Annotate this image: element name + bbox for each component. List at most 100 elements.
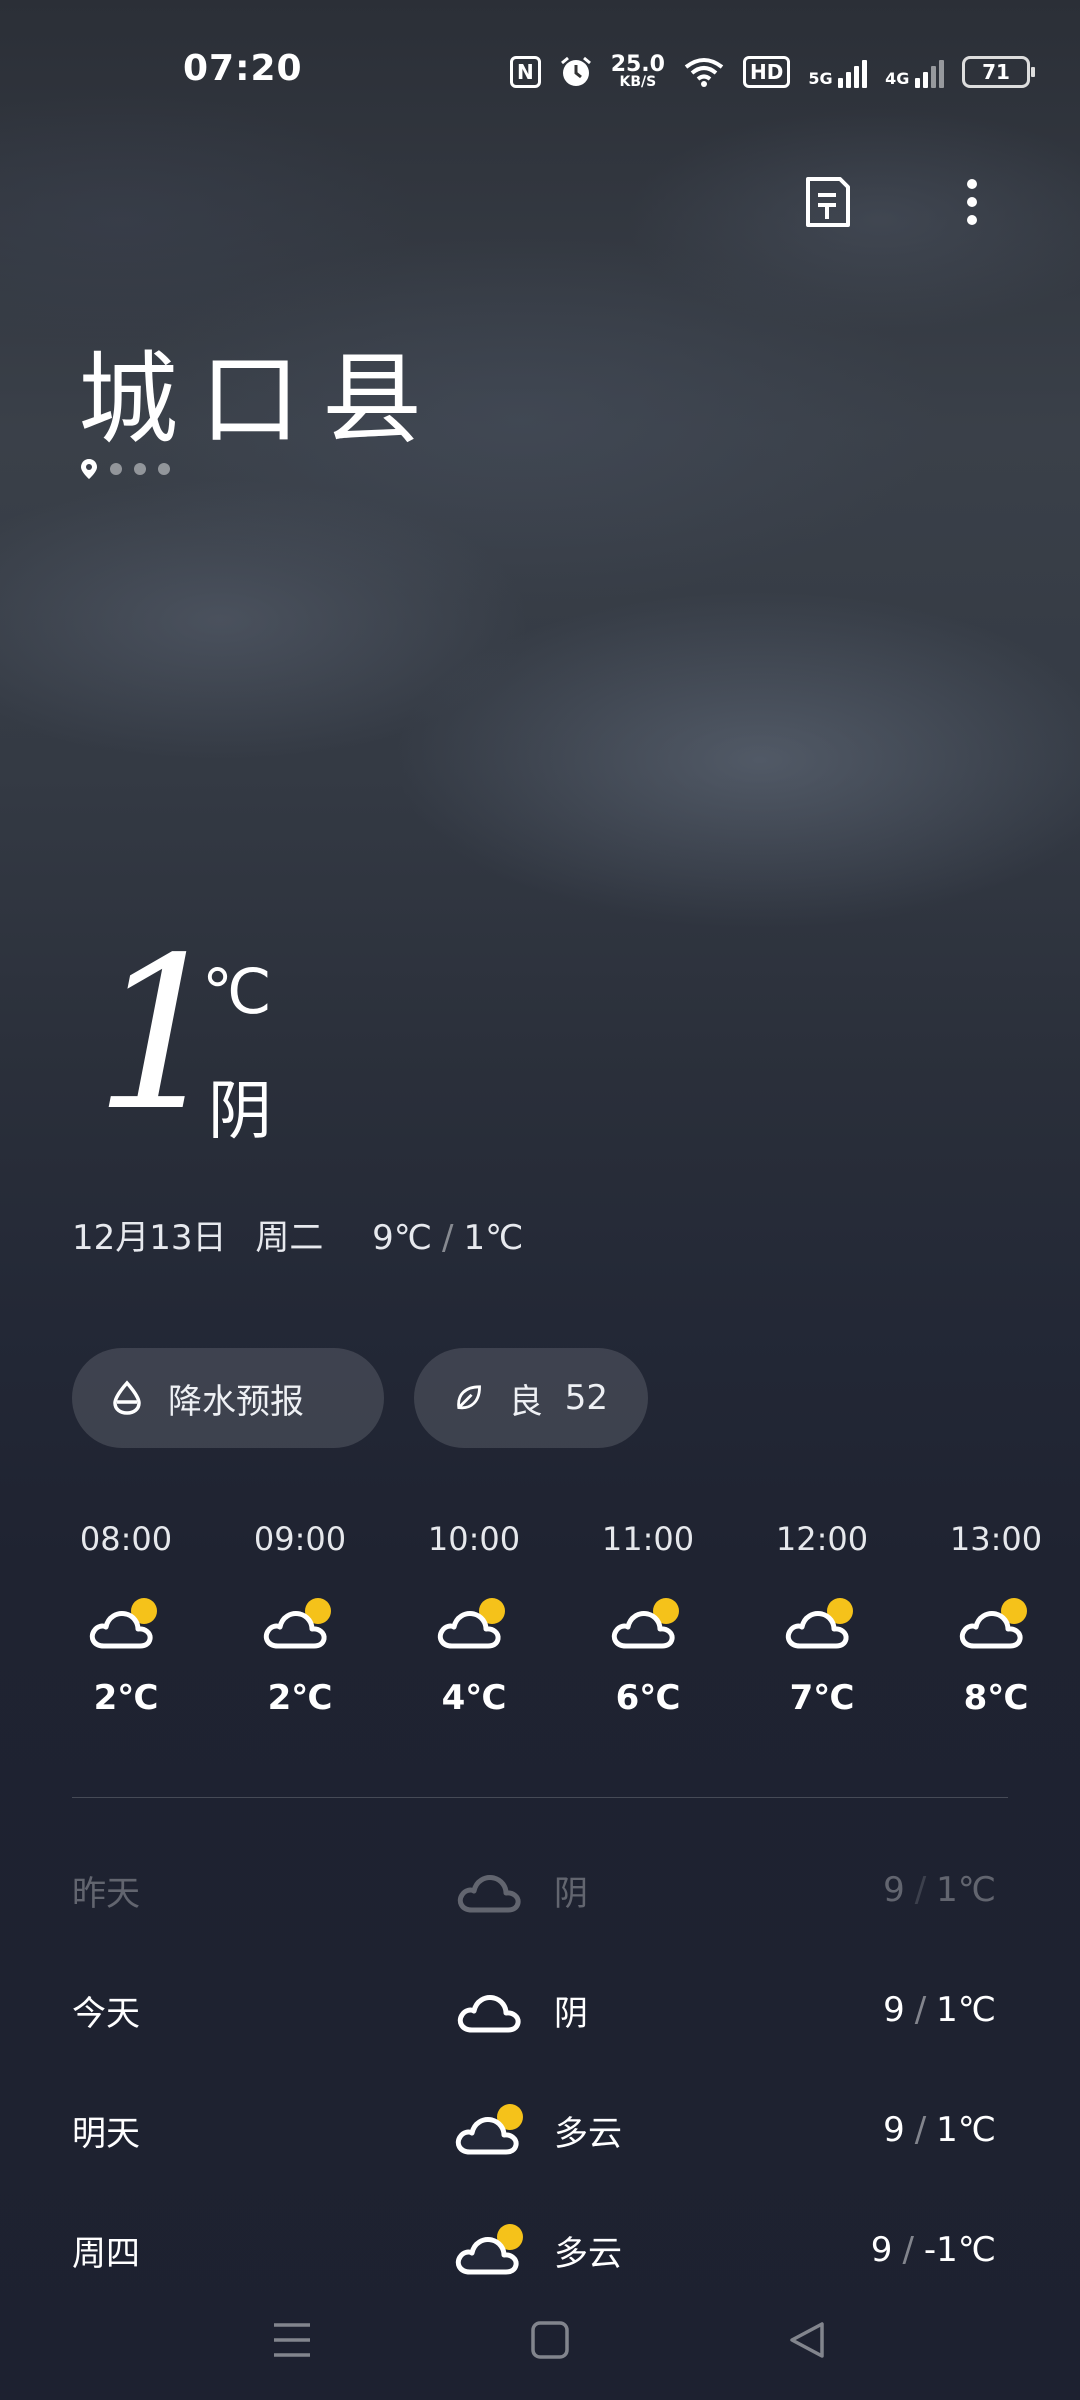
day-high: 9	[883, 2110, 905, 2150]
hourly-item: 09:00 2℃	[230, 1520, 370, 1718]
signal-4g: 4G	[885, 56, 944, 88]
city-name: 城口县	[78, 341, 444, 458]
temperature-unit: ℃	[202, 955, 272, 1028]
aqi-value: 52	[564, 1378, 608, 1418]
divider	[72, 1797, 1008, 1798]
status-icons: N 25.0 KB/S HD 5G 4G 71	[509, 50, 1035, 94]
hour-time: 11:00	[601, 1520, 695, 1558]
more-options-button[interactable]	[940, 170, 1004, 234]
day-icon-wrap	[452, 2100, 532, 2160]
hourly-item: 10:00 4℃	[404, 1520, 544, 1718]
page-dot	[158, 463, 170, 475]
day-low: 1℃	[936, 1870, 996, 1910]
signal-bars-icon	[838, 58, 868, 88]
menu-icon	[274, 2323, 310, 2357]
separator: /	[441, 1218, 454, 1258]
hour-temp: 7℃	[789, 1678, 855, 1718]
today-low: 1℃	[463, 1218, 524, 1258]
daily-row[interactable]: 明天 多云 9/1℃	[72, 2100, 1008, 2160]
separator: /	[914, 1990, 927, 2030]
hourly-item: 08:00 2℃	[56, 1520, 196, 1718]
air-quality-button[interactable]: 良 52	[414, 1348, 648, 1448]
partly-cloudy-icon	[437, 1598, 505, 1649]
signal-bars-icon	[915, 58, 944, 88]
page-dot	[134, 463, 146, 475]
raindrop-icon	[113, 1380, 141, 1415]
back-triangle-icon	[790, 2322, 824, 2358]
partly-cloudy-icon	[785, 1598, 853, 1649]
current-date: 12月13日	[72, 1218, 227, 1258]
hour-temp: 2℃	[267, 1678, 333, 1718]
day-temp-range: 9/-1℃	[871, 2230, 996, 2270]
day-name: 明天	[72, 2113, 140, 2154]
day-name: 昨天	[72, 1873, 140, 1914]
separator: /	[914, 2110, 927, 2150]
date-line: 12月13日 周二 9℃/1℃	[72, 1210, 523, 1259]
partly-cloudy-icon	[611, 1598, 679, 1649]
hd-icon: HD	[742, 56, 791, 88]
day-condition: 多云	[554, 2113, 622, 2154]
day-low: 1℃	[936, 2110, 996, 2150]
document-icon	[806, 177, 850, 227]
day-condition: 多云	[554, 2233, 622, 2274]
hour-temp: 2℃	[93, 1678, 159, 1718]
cloud-icon	[457, 1995, 521, 2033]
more-vertical-icon	[967, 179, 977, 225]
day-low: 1℃	[936, 1990, 996, 2030]
hour-icon-wrap	[782, 1594, 862, 1654]
day-condition: 阴	[554, 1993, 588, 2034]
wifi-icon	[684, 58, 724, 87]
today-high: 9℃	[372, 1218, 432, 1258]
hour-icon-wrap	[608, 1594, 688, 1654]
back-button[interactable]	[778, 2310, 838, 2370]
battery-icon: 71	[962, 56, 1035, 88]
location-pin-icon	[81, 459, 97, 479]
hour-icon-wrap	[956, 1594, 1036, 1654]
day-low: -1℃	[923, 2230, 996, 2270]
status-time: 07:20	[183, 48, 303, 89]
hour-icon-wrap	[260, 1594, 340, 1654]
precipitation-forecast-button[interactable]: 降水预报	[72, 1348, 384, 1448]
day-temp-range: 9/1℃	[883, 1990, 996, 2030]
page-indicator	[80, 458, 170, 480]
network-speed: 25.0 KB/S	[611, 54, 665, 90]
day-icon-wrap	[452, 1980, 532, 2040]
day-condition: 阴	[554, 1873, 588, 1914]
page-dot	[110, 463, 122, 475]
day-high: 9	[883, 1990, 905, 2030]
net1-label: 5G	[808, 69, 833, 88]
hour-temp: 8℃	[963, 1678, 1029, 1718]
day-icon-wrap	[452, 1860, 532, 1920]
hour-time: 09:00	[253, 1520, 347, 1558]
partly-cloudy-icon	[455, 2104, 523, 2155]
aqi-label: 良	[508, 1381, 543, 1422]
daily-row[interactable]: 昨天 阴 9/1℃	[72, 1860, 1008, 1920]
cloud-icon	[457, 1875, 521, 1913]
hour-time: 13:00	[949, 1520, 1043, 1558]
alarm-icon	[560, 56, 591, 86]
day-high: 9	[870, 2230, 893, 2270]
hour-time: 12:00	[775, 1520, 869, 1558]
daily-row[interactable]: 周四 多云 9/-1℃	[72, 2220, 1008, 2280]
hourly-item: 11:00 6℃	[578, 1520, 718, 1718]
hour-time: 08:00	[79, 1520, 173, 1558]
partly-cloudy-icon	[455, 2224, 523, 2275]
day-name: 周四	[72, 2233, 140, 2274]
hour-icon-wrap	[434, 1594, 514, 1654]
partly-cloudy-icon	[89, 1598, 157, 1649]
separator: /	[902, 2230, 914, 2270]
city-list-button[interactable]	[796, 170, 860, 234]
hour-temp: 4℃	[441, 1678, 507, 1718]
current-weekday: 周二	[255, 1218, 324, 1258]
current-condition: 阴	[208, 1075, 272, 1149]
day-temp-range: 9/1℃	[883, 1870, 996, 1910]
partly-cloudy-icon	[263, 1598, 331, 1649]
nfc-icon: N	[509, 56, 541, 88]
home-button[interactable]	[520, 2310, 580, 2370]
hour-temp: 6℃	[615, 1678, 681, 1718]
day-name: 今天	[72, 1993, 140, 2034]
day-icon-wrap	[452, 2220, 532, 2280]
recent-apps-button[interactable]	[262, 2310, 322, 2370]
daily-row[interactable]: 今天 阴 9/1℃	[72, 1980, 1008, 2040]
precipitation-label: 降水预报	[168, 1381, 304, 1422]
